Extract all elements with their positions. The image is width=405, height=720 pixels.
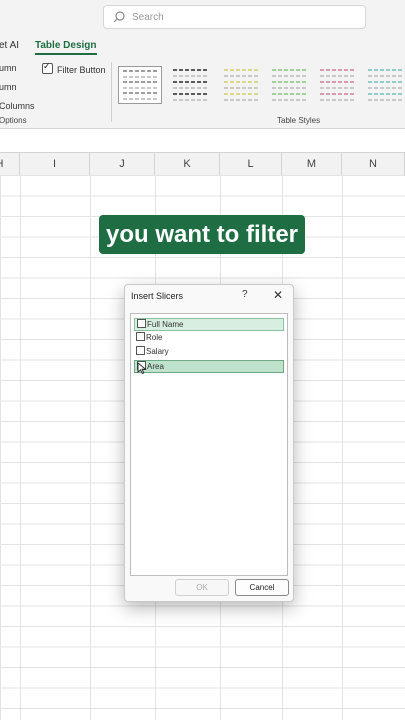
style-thumb-row xyxy=(224,81,260,83)
ribbon-divider xyxy=(111,62,112,122)
column-header-n[interactable]: N xyxy=(342,153,405,175)
style-thumb-row xyxy=(224,69,260,71)
style-thumb-row xyxy=(320,99,356,101)
column-header-m[interactable]: M xyxy=(282,153,342,175)
group-label-table-styles: Table Styles xyxy=(277,116,321,125)
field-list: Full Name Role Salary Area xyxy=(130,313,288,576)
style-thumb-row xyxy=(272,75,308,77)
option-last-column[interactable]: umn xyxy=(0,82,17,92)
style-thumb-row xyxy=(272,81,308,83)
group-label-options: Options xyxy=(0,116,27,125)
insert-slicers-dialog: Insert Slicers ? ✕ Full Name Role Salary… xyxy=(124,284,294,602)
style-thumb-row xyxy=(173,69,209,71)
grid-line xyxy=(342,175,343,720)
style-thumb-row xyxy=(173,99,209,101)
title-bar: Search xyxy=(0,0,405,36)
table-style-thumb[interactable] xyxy=(364,66,405,104)
field-label: Salary xyxy=(146,347,169,356)
table-style-thumb[interactable] xyxy=(118,66,162,104)
search-input[interactable]: Search xyxy=(103,5,366,29)
search-icon xyxy=(113,11,125,23)
table-style-thumb[interactable] xyxy=(268,66,312,104)
option-banded-columns[interactable]: Columns xyxy=(0,101,35,111)
filter-button-checkbox[interactable] xyxy=(42,61,53,74)
field-item-role[interactable]: Role xyxy=(134,332,284,345)
style-thumb-row xyxy=(272,69,308,71)
column-header-h[interactable]: H xyxy=(0,153,20,175)
style-thumb-row xyxy=(224,93,260,95)
style-thumb-row xyxy=(368,87,404,89)
style-thumb-row xyxy=(123,92,157,95)
field-label: Area xyxy=(147,362,164,371)
column-header-j[interactable]: J xyxy=(90,153,155,175)
mouse-pointer-icon xyxy=(137,362,147,374)
filter-button-label: Filter Button xyxy=(57,65,106,75)
style-thumb-row xyxy=(368,69,404,71)
field-label: Role xyxy=(146,333,163,342)
column-header-l[interactable]: L xyxy=(220,153,282,175)
video-caption: you want to filter xyxy=(99,215,305,254)
style-thumb-row xyxy=(173,93,209,95)
style-thumb-row xyxy=(123,81,157,84)
style-thumb-row xyxy=(173,75,209,77)
tab-table-design[interactable]: Table Design xyxy=(35,40,97,55)
style-thumb-row xyxy=(320,81,356,83)
field-checkbox[interactable] xyxy=(136,332,145,341)
style-thumb-row xyxy=(320,93,356,95)
style-thumb-row xyxy=(224,87,260,89)
field-label: Full Name xyxy=(147,320,184,329)
style-thumb-row xyxy=(272,99,308,101)
cancel-button[interactable]: Cancel xyxy=(235,579,289,596)
field-item-area[interactable]: Area xyxy=(134,360,284,374)
field-checkbox[interactable] xyxy=(137,319,146,328)
style-thumb-row xyxy=(173,81,209,83)
style-thumb-row xyxy=(123,86,157,89)
style-thumb-row xyxy=(123,70,157,72)
ribbon: et AI Table Design umn umn Columns Filte… xyxy=(0,36,405,129)
field-item-full-name[interactable]: Full Name xyxy=(134,318,284,331)
style-thumb-row xyxy=(368,75,404,77)
style-thumb-row xyxy=(272,93,308,95)
field-checkbox[interactable] xyxy=(136,346,145,355)
style-thumb-row xyxy=(368,99,404,101)
grid-line xyxy=(90,175,91,720)
table-style-thumb[interactable] xyxy=(220,66,264,104)
option-first-column[interactable]: umn xyxy=(0,63,17,73)
style-thumb-row xyxy=(272,87,308,89)
tab-get-ai[interactable]: et AI xyxy=(0,40,19,51)
style-thumb-row xyxy=(320,87,356,89)
style-thumb-row xyxy=(368,93,404,95)
style-thumb-row xyxy=(224,99,260,101)
column-header-row: H I J K L M N xyxy=(0,152,405,176)
formula-area xyxy=(0,129,405,152)
style-thumb-row xyxy=(123,75,157,78)
dialog-title: Insert Slicers xyxy=(131,291,184,301)
field-item-salary[interactable]: Salary xyxy=(134,346,284,359)
column-header-i[interactable]: I xyxy=(20,153,90,175)
grid-line xyxy=(20,175,21,720)
close-icon[interactable]: ✕ xyxy=(273,288,283,302)
filter-button-option[interactable]: Filter Button xyxy=(42,61,106,75)
ok-button[interactable]: OK xyxy=(175,579,229,596)
style-thumb-row xyxy=(123,97,157,100)
style-thumb-row xyxy=(368,81,404,83)
table-style-thumb[interactable] xyxy=(169,66,213,104)
column-header-k[interactable]: K xyxy=(155,153,220,175)
search-placeholder: Search xyxy=(132,11,164,23)
help-button[interactable]: ? xyxy=(242,289,248,300)
style-thumb-row xyxy=(173,87,209,89)
table-style-thumb[interactable] xyxy=(316,66,360,104)
style-thumb-row xyxy=(224,75,260,77)
style-thumb-row xyxy=(320,75,356,77)
style-thumb-row xyxy=(320,69,356,71)
